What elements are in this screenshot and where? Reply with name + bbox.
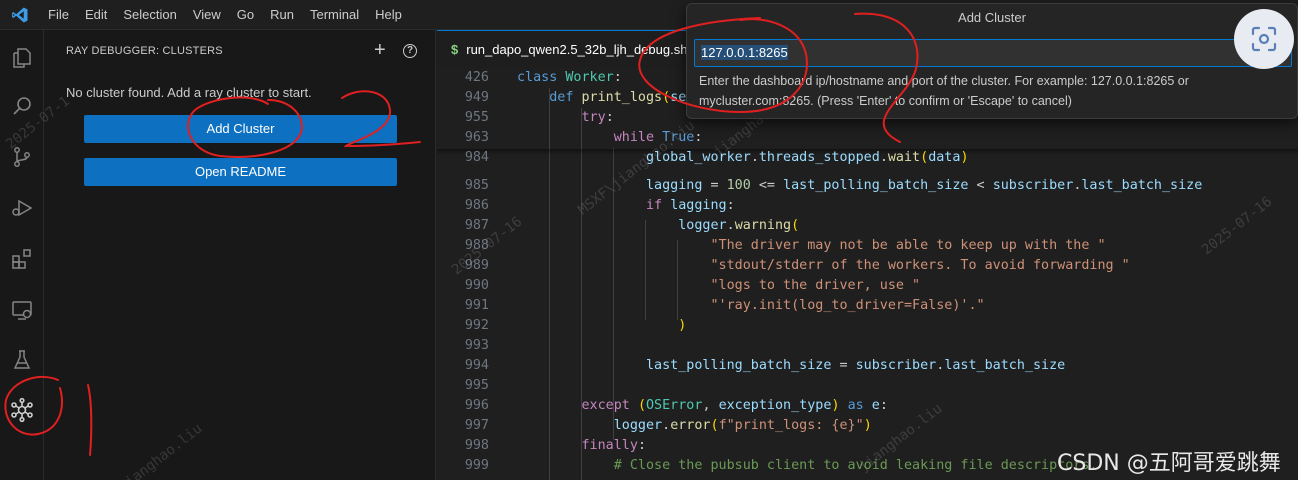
line-number: 996: [464, 398, 489, 413]
cluster-address-input[interactable]: 127.0.0.1:8265: [694, 39, 1292, 67]
menu-help[interactable]: Help: [367, 0, 410, 30]
add-cluster-button[interactable]: Add Cluster: [84, 115, 397, 143]
menu-run[interactable]: Run: [262, 0, 302, 30]
code-line[interactable]: 996 except (OSError, exception_type) as …: [437, 396, 1298, 416]
code-text: try:: [581, 110, 614, 125]
code-text: "logs to the driver, use ": [710, 278, 921, 293]
code-text: "stdout/stderr of the workers. To avoid …: [710, 258, 1130, 273]
input-hint: Enter the dashboard ip/hostname and port…: [699, 74, 1189, 108]
line-number: 994: [464, 358, 489, 373]
line-number: 949: [464, 90, 489, 105]
code-text: global_worker.threads_stopped.wait(data): [646, 150, 969, 165]
code-line[interactable]: 990 "logs to the driver, use ": [437, 276, 1298, 296]
dialog-title: Add Cluster: [958, 10, 1026, 25]
code-line[interactable]: 989 "stdout/stderr of the workers. To av…: [437, 256, 1298, 276]
line-number: 990: [464, 278, 489, 293]
line-number: 984: [464, 150, 489, 165]
code-line[interactable]: 986 if lagging:: [437, 196, 1298, 216]
line-number: 999: [464, 458, 489, 473]
vscode-logo-icon: [0, 0, 40, 30]
code-text: except (OSError, exception_type) as e:: [581, 398, 888, 413]
code-line[interactable]: 992 ): [437, 316, 1298, 336]
line-number: 998: [464, 438, 489, 453]
line-number: 987: [464, 218, 489, 233]
editor-tab[interactable]: $ run_dapo_qwen2.5_32b_ljh_debug.sh: [437, 30, 701, 68]
remote-explorer-icon[interactable]: [0, 290, 44, 330]
code-line[interactable]: 993: [437, 336, 1298, 356]
code-text: logger.error(f"print_logs: {e}"): [613, 418, 872, 433]
code-line[interactable]: 995: [437, 376, 1298, 396]
code-text: if lagging:: [646, 198, 735, 213]
extensions-icon[interactable]: [0, 239, 44, 279]
menu-edit[interactable]: Edit: [77, 0, 115, 30]
sidebar: RAY DEBUGGER: CLUSTERS + ? No cluster fo…: [44, 30, 436, 480]
run-debug-icon[interactable]: [0, 188, 44, 228]
code-line[interactable]: 991 "'ray.init(log_to_driver=False)'.": [437, 296, 1298, 316]
code-line[interactable]: 997 logger.error(f"print_logs: {e}"): [437, 416, 1298, 436]
open-readme-button[interactable]: Open README: [84, 158, 397, 186]
code-text: ): [678, 318, 687, 333]
line-number: 995: [464, 378, 489, 393]
line-number: 963: [464, 130, 489, 145]
line-number: 985: [464, 178, 489, 193]
code-text: finally:: [581, 438, 647, 453]
menu-view[interactable]: View: [185, 0, 229, 30]
sidebar-title: RAY DEBUGGER: CLUSTERS: [66, 45, 223, 57]
quick-input-dialog: Add Cluster 127.0.0.1:8265 Enter the das…: [686, 3, 1298, 119]
input-value: 127.0.0.1:8265: [701, 45, 788, 60]
code-text: last_polling_batch_size = subscriber.las…: [646, 358, 1066, 373]
help-icon[interactable]: ?: [403, 44, 417, 58]
empty-message: No cluster found. Add a ray cluster to s…: [66, 85, 312, 100]
code-text: "The driver may not be able to keep up w…: [710, 238, 1106, 253]
code-text: "'ray.init(log_to_driver=False)'.": [710, 298, 985, 313]
line-number: 426: [464, 70, 489, 85]
line-number: 955: [464, 110, 489, 125]
code-editor[interactable]: 426class Worker:949 def print_logs(self)…: [437, 68, 1298, 480]
line-number: 997: [464, 418, 489, 433]
line-number: 993: [464, 338, 489, 353]
code-text: # Close the pubsub client to avoid leaki…: [613, 458, 1098, 473]
menu-bar: File Edit Selection View Go Run Terminal…: [40, 0, 410, 30]
tab-label: run_dapo_qwen2.5_32b_ljh_debug.sh: [466, 42, 688, 57]
testing-icon[interactable]: [0, 340, 44, 380]
code-line[interactable]: 988 "The driver may not be able to keep …: [437, 236, 1298, 256]
screenshot-tool-button[interactable]: [1234, 9, 1294, 69]
line-number: 992: [464, 318, 489, 333]
menu-file[interactable]: File: [40, 0, 77, 30]
line-number: 991: [464, 298, 489, 313]
line-number: 986: [464, 198, 489, 213]
code-text: class Worker:: [517, 70, 622, 85]
menu-go[interactable]: Go: [229, 0, 262, 30]
menu-terminal[interactable]: Terminal: [302, 0, 367, 30]
code-line[interactable]: 984 global_worker.threads_stopped.wait(d…: [437, 148, 1298, 168]
csdn-watermark: CSDN @五阿哥爱跳舞: [1057, 451, 1281, 476]
explorer-icon[interactable]: [0, 38, 44, 78]
add-icon[interactable]: +: [374, 40, 386, 60]
code-line[interactable]: 994 last_polling_batch_size = subscriber…: [437, 356, 1298, 376]
code-text: logger.warning(: [678, 218, 800, 233]
code-line[interactable]: 987 logger.warning(: [437, 216, 1298, 236]
code-line[interactable]: 963 while True:: [437, 128, 1298, 148]
code-line[interactable]: 985 lagging = 100 <= last_polling_batch_…: [437, 176, 1298, 196]
shell-file-icon: $: [451, 42, 459, 57]
activity-bar: [0, 30, 44, 480]
menu-selection[interactable]: Selection: [115, 0, 184, 30]
ray-debugger-icon[interactable]: [0, 390, 44, 430]
